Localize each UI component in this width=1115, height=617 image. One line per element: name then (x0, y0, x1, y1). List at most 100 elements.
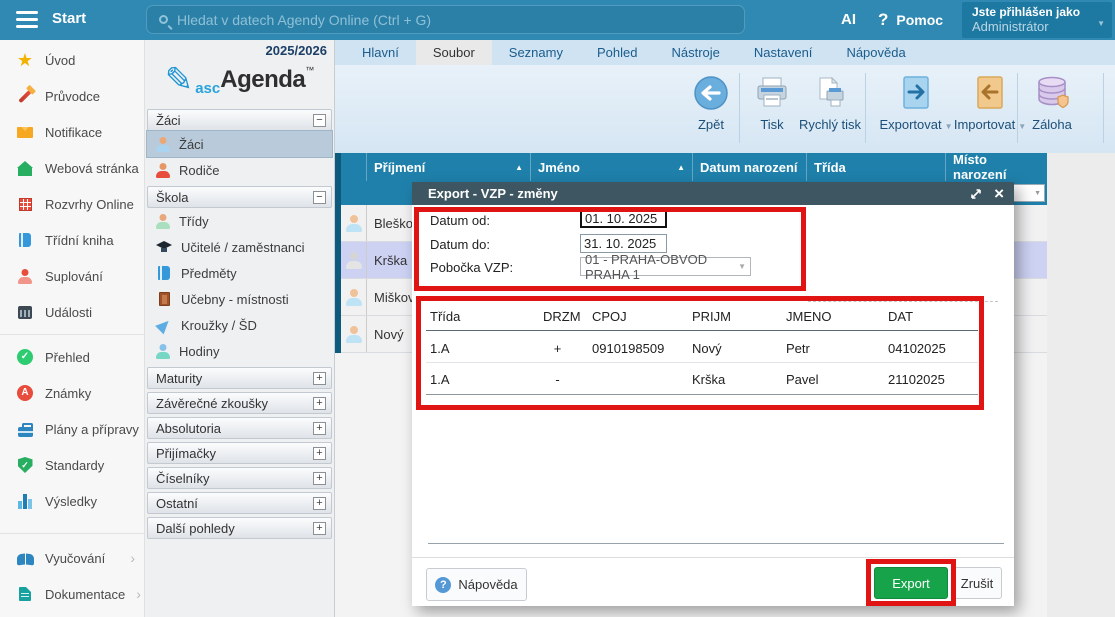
resize-icon[interactable] (970, 188, 982, 200)
panel-item-predmety[interactable]: Předměty (147, 260, 332, 286)
help-button-dialog[interactable]: ? Nápověda (426, 568, 527, 601)
expand-icon[interactable] (313, 522, 326, 535)
toolbar-divider (1017, 73, 1018, 143)
class-icon (155, 214, 171, 229)
sidebar-item-dokumentace[interactable]: Dokumentace› (0, 576, 144, 612)
start-button[interactable]: Start (52, 10, 86, 27)
section-header-dalsi-pohledy[interactable]: Další pohledy (147, 517, 332, 539)
check-circle-icon: ✓ (16, 349, 34, 366)
hamburger-menu-icon[interactable] (16, 11, 38, 29)
export-vzp-dialog: Export - VZP - změny × Datum od: Datum d… (412, 182, 1014, 606)
collapse-icon[interactable] (313, 191, 326, 204)
tab-nastroje[interactable]: Nástroje (654, 40, 736, 65)
toolbar-divider (1103, 73, 1104, 143)
sidebar-item-pruvodce[interactable]: Průvodce (0, 78, 144, 114)
panel-item-krouzky[interactable]: Kroužky / ŠD (147, 312, 332, 338)
export-button[interactable]: Export (874, 567, 948, 599)
tab-pohled[interactable]: Pohled (580, 40, 654, 65)
expand-icon[interactable] (313, 397, 326, 410)
sidebar-item-komunikace[interactable]: —Komunikace› (0, 612, 144, 617)
section-header-absolutoria[interactable]: Absolutoria (147, 417, 332, 439)
column-header-trida[interactable]: Třída (807, 153, 946, 181)
sidebar-item-prehled[interactable]: ✓Přehled (0, 339, 144, 375)
sidebar-item-rozvrhy-online[interactable]: Rozvrhy Online (0, 186, 144, 222)
date-from-input[interactable] (580, 209, 667, 228)
bar-chart-icon (16, 493, 34, 510)
column-header-prijmeni[interactable]: Příjmení▲ (367, 153, 531, 181)
ai-button[interactable]: AI (841, 11, 856, 28)
left-sidebar: ★Úvod Průvodce Notifikace Webová stránka… (0, 40, 145, 617)
panel-item-ucebny[interactable]: Učebny - místnosti (147, 286, 332, 312)
cancel-button[interactable]: Zrušit (952, 567, 1002, 599)
sidebar-item-notifikace[interactable]: Notifikace (0, 114, 144, 150)
sidebar-item-webova-stranka[interactable]: Webová stránka (0, 150, 144, 186)
column-header-jmeno[interactable]: Jméno▲ (531, 153, 693, 181)
export-table-header: Třída DRZM CPOJ PRIJM JMENO DAT (430, 309, 978, 324)
section-header-maturity[interactable]: Maturity (147, 367, 332, 389)
expand-icon[interactable] (313, 422, 326, 435)
collapse-icon[interactable] (313, 114, 326, 127)
column-header-datum-narozeni[interactable]: Datum narození (693, 153, 807, 181)
user-menu[interactable]: Jste přihlášen jako Administrátor ▼ (962, 2, 1112, 38)
panel-item-rodice[interactable]: Rodiče (147, 157, 332, 183)
tab-soubor[interactable]: Soubor (416, 40, 492, 65)
tab-hlavni[interactable]: Hlavní (345, 40, 416, 65)
column-filter-dropdown[interactable]: ▼ (1013, 184, 1045, 202)
date-to-input[interactable] (580, 234, 667, 253)
chevron-right-icon: › (130, 550, 135, 566)
global-search[interactable] (146, 5, 745, 34)
graduation-cap-icon (155, 239, 173, 256)
expand-icon[interactable] (313, 472, 326, 485)
sidebar-item-udalosti[interactable]: Události (0, 294, 144, 330)
sidebar-item-vysledky[interactable]: Výsledky (0, 483, 144, 519)
table-row-line (426, 362, 978, 363)
calendar-icon (16, 304, 34, 321)
sidebar-item-vyucovani[interactable]: Vyučování› (0, 540, 144, 576)
panel-item-hodiny[interactable]: Hodiny (147, 338, 332, 364)
chevron-down-icon: ▼ (738, 262, 746, 271)
help-label: Pomoc (896, 12, 943, 28)
sidebar-item-uvod[interactable]: ★Úvod (0, 42, 144, 78)
close-icon[interactable]: × (994, 185, 1004, 202)
expand-icon[interactable] (313, 372, 326, 385)
table-bottom-line (426, 394, 978, 395)
panel-item-zaci[interactable]: Žáci (147, 131, 332, 157)
export-table-row: 1.A - Krška Pavel 21102025 (430, 372, 978, 387)
help-button[interactable]: ? Pomoc (878, 10, 943, 30)
column-header-misto-narozeni[interactable]: Místo narození (946, 153, 1047, 181)
quick-print-button[interactable]: Rychlý tisk (793, 73, 867, 147)
sidebar-item-plany-a-pripravy[interactable]: Plány a přípravy (0, 411, 144, 447)
section-header-ostatni[interactable]: Ostatní (147, 492, 332, 514)
panel-item-ucitele[interactable]: Učitelé / zaměstnanci (147, 234, 332, 260)
tab-napoveda[interactable]: Nápověda (829, 40, 922, 65)
question-icon: ? (435, 577, 451, 593)
chevron-down-icon: ▼ (1097, 19, 1105, 28)
back-button[interactable]: Zpět (682, 73, 740, 147)
section-header-zaverecne-zkousky[interactable]: Závěrečné zkoušky (147, 392, 332, 414)
section-header-skola[interactable]: Škola (147, 186, 332, 208)
printer-icon (747, 73, 797, 113)
tab-seznamy[interactable]: Seznamy (492, 40, 580, 65)
section-header-prijimacky[interactable]: Přijímačky (147, 442, 332, 464)
envelope-icon (16, 124, 34, 141)
search-input[interactable] (177, 12, 744, 28)
panel-item-tridy[interactable]: Třídy (147, 208, 332, 234)
open-book-icon (16, 550, 34, 567)
dialog-title-bar[interactable]: Export - VZP - změny × (412, 182, 1014, 205)
expand-icon[interactable] (313, 497, 326, 510)
sidebar-item-znamky[interactable]: AZnámky (0, 375, 144, 411)
expand-icon[interactable] (313, 447, 326, 460)
logged-in-as-label: Jste přihlášen jako (972, 5, 1092, 19)
book-icon (16, 232, 34, 249)
subject-book-icon (155, 265, 173, 282)
section-header-zaci[interactable]: Žáci (147, 109, 332, 131)
branch-select[interactable]: 01 - PRAHA-OBVOD PRAHA 1▼ (580, 257, 751, 276)
wand-icon (16, 88, 34, 105)
sidebar-item-suplovani[interactable]: Suplování (0, 258, 144, 294)
section-header-ciselniky[interactable]: Číselníky (147, 467, 332, 489)
backup-button[interactable]: Záloha (1021, 73, 1083, 147)
sidebar-item-tridni-kniha[interactable]: Třídní kniha (0, 222, 144, 258)
tab-nastaveni[interactable]: Nastavení (737, 40, 830, 65)
print-button[interactable]: Tisk (747, 73, 797, 147)
sidebar-item-standardy[interactable]: ✓Standardy (0, 447, 144, 483)
